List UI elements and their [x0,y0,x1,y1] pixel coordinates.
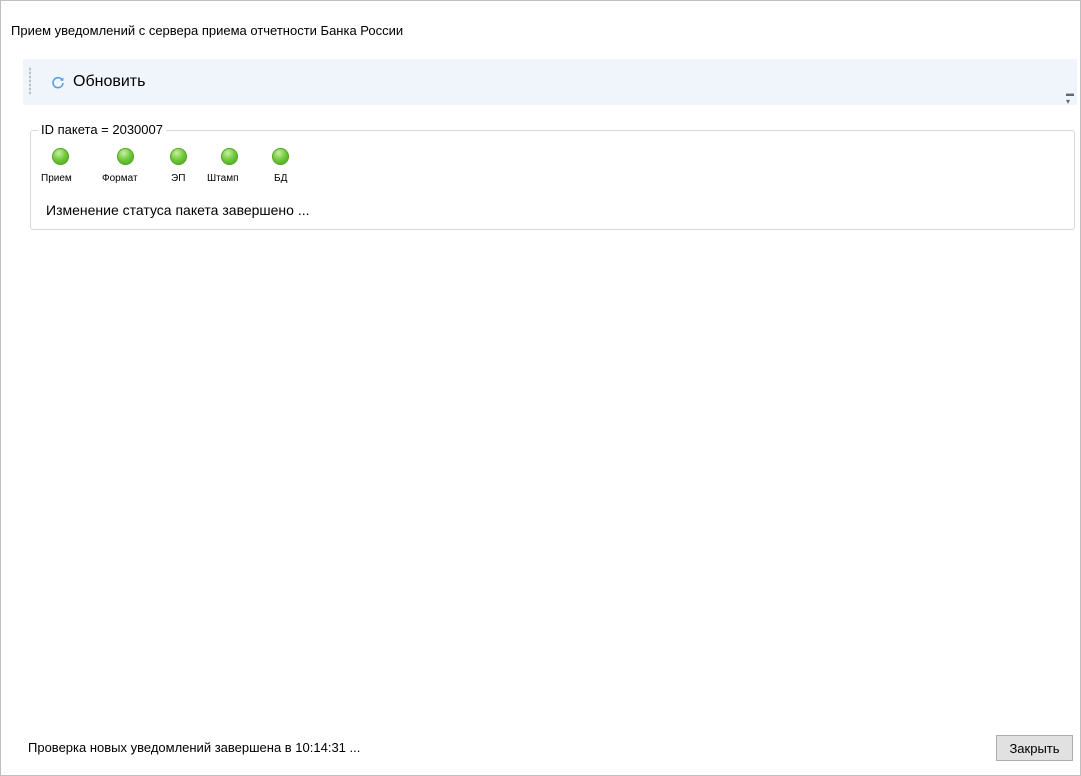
footer-status-text: Проверка новых уведомлений завершена в 1… [28,740,361,755]
close-button[interactable]: Закрыть [996,735,1073,761]
refresh-button-label: Обновить [73,73,146,90]
status-lamp-icon [170,148,187,165]
indicator-label: Формат [102,173,138,184]
toolbar-grip[interactable] [29,67,31,95]
status-lamp-icon [272,148,289,165]
indicator-label: Прием [41,173,72,184]
package-id-legend: ID пакета = 2030007 [38,122,166,138]
package-group: ID пакета = 2030007 Прием Формат ЭП Штам… [30,122,1075,230]
overflow-chevron-icon[interactable]: ▬ ▾ [1066,90,1074,106]
status-lamp-icon [52,148,69,165]
window-title: Прием уведомлений с сервера приема отчет… [11,23,404,38]
refresh-icon [51,75,65,89]
indicator-label: Штамп [207,173,239,184]
status-lamp-icon [117,148,134,165]
package-status-message: Изменение статуса пакета завершено ... [46,202,310,218]
status-lamp-icon [221,148,238,165]
refresh-button[interactable]: Обновить [51,70,145,94]
toolbar: Обновить ▬ ▾ [23,59,1077,106]
notifications-window: Прием уведомлений с сервера приема отчет… [0,0,1081,776]
indicator-label: БД [274,173,288,184]
indicator-label: ЭП [171,173,186,184]
